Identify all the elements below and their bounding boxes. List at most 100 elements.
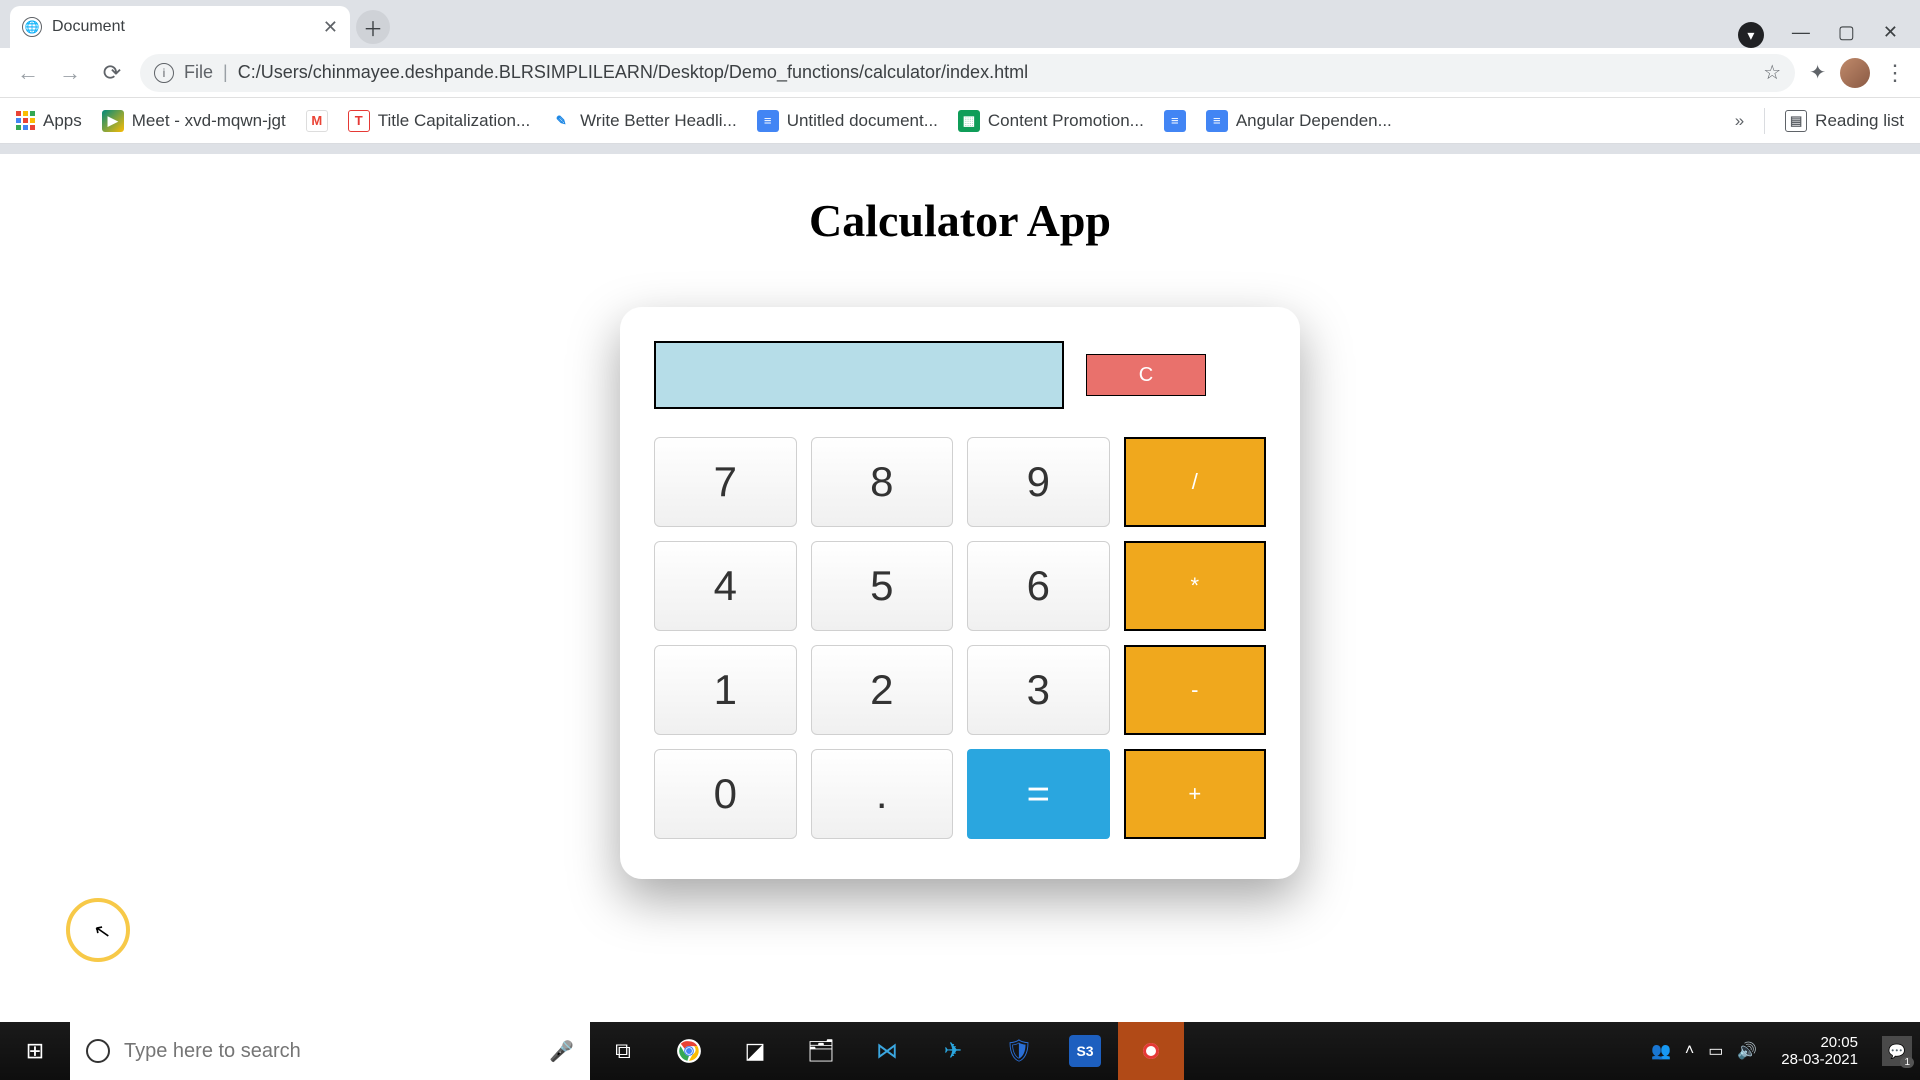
task-view-icon[interactable]: ⧉ — [590, 1022, 656, 1080]
tray-time: 20:05 — [1781, 1034, 1858, 1051]
bookmark-gmail[interactable]: M — [306, 110, 328, 132]
key-add[interactable]: + — [1124, 749, 1267, 839]
url-scheme: File — [184, 62, 213, 83]
key-dot[interactable]: . — [811, 749, 954, 839]
browser-chrome: 🌐 Document ✕ ＋ ▾ — ▢ ✕ ← → ⟳ i File | C:… — [0, 0, 1920, 154]
key-equals[interactable]: = — [967, 749, 1110, 839]
mic-icon[interactable]: 🎤 — [549, 1039, 574, 1064]
bookmark-reading-list[interactable]: ▤ Reading list — [1785, 110, 1904, 132]
profile-avatar[interactable] — [1840, 58, 1870, 88]
bookmark-label: Content Promotion... — [988, 111, 1144, 131]
title-cap-icon: T — [348, 110, 370, 132]
key-9[interactable]: 9 — [967, 437, 1110, 527]
page-title: Calculator App — [0, 154, 1920, 247]
headlines-icon: ✎ — [550, 110, 572, 132]
tray-chevron-up-icon[interactable]: ˄ — [1685, 1042, 1694, 1060]
page-content: Calculator App C 7 8 9 / 4 5 6 * 1 2 3 -… — [0, 154, 1920, 1022]
windows-taskbar: ⊞ 🎤 ⧉ ◪ 🗂 ⋈ ✈ 🛡 S3 👥 ˄ — [0, 1022, 1920, 1080]
divider — [1764, 108, 1765, 134]
taskbar-search[interactable]: 🎤 — [70, 1022, 590, 1080]
chrome-svg-icon — [676, 1038, 702, 1064]
address-bar-row: ← → ⟳ i File | C:/Users/chinmayee.deshpa… — [0, 48, 1920, 98]
taskbar-vscode-icon[interactable]: ⋈ — [854, 1022, 920, 1080]
tray-clock[interactable]: 20:05 28-03-2021 — [1771, 1034, 1868, 1069]
bookmark-apps[interactable]: Apps — [16, 111, 82, 131]
bookmark-doc-generic-1[interactable]: ≡ — [1164, 110, 1186, 132]
taskbar-chrome-icon[interactable] — [656, 1022, 722, 1080]
calc-display[interactable] — [654, 341, 1064, 409]
new-tab-button[interactable]: ＋ — [356, 10, 390, 44]
keypad: 7 8 9 / 4 5 6 * 1 2 3 - 0 . = + — [654, 437, 1266, 839]
key-8[interactable]: 8 — [811, 437, 954, 527]
apps-grid-icon — [16, 111, 35, 130]
close-window-icon[interactable]: ✕ — [1883, 22, 1898, 48]
reload-icon[interactable]: ⟳ — [98, 60, 126, 86]
menu-kebab-icon[interactable]: ⋮ — [1884, 60, 1906, 86]
key-multiply[interactable]: * — [1124, 541, 1267, 631]
taskbar-apps: ⧉ ◪ 🗂 ⋈ ✈ 🛡 S3 — [590, 1022, 1184, 1080]
bookmark-label: Write Better Headli... — [580, 111, 737, 131]
system-tray: 👥 ˄ ▭ 🔊 20:05 28-03-2021 💬1 — [1643, 1034, 1920, 1069]
close-tab-icon[interactable]: ✕ — [323, 17, 338, 38]
bookmark-content-promotion[interactable]: ▦ Content Promotion... — [958, 110, 1144, 132]
minimize-icon[interactable]: — — [1792, 22, 1810, 48]
taskbar-file-explorer-icon[interactable]: 🗂 — [788, 1022, 854, 1080]
taskbar-security-icon[interactable]: 🛡 — [986, 1022, 1052, 1080]
taskbar-recorder-icon[interactable] — [1118, 1022, 1184, 1080]
cortana-icon — [86, 1039, 110, 1063]
tray-notifications-icon[interactable]: 💬1 — [1882, 1036, 1912, 1066]
globe-icon: 🌐 — [22, 17, 42, 37]
bookmark-label: Reading list — [1815, 111, 1904, 131]
key-1[interactable]: 1 — [654, 645, 797, 735]
taskbar-search-input[interactable] — [124, 1040, 535, 1063]
key-divide[interactable]: / — [1124, 437, 1267, 527]
url-path: C:/Users/chinmayee.deshpande.BLRSIMPLILE… — [238, 62, 1028, 83]
clear-button[interactable]: C — [1086, 354, 1206, 396]
omnibox[interactable]: i File | C:/Users/chinmayee.deshpande.BL… — [140, 54, 1795, 92]
key-7[interactable]: 7 — [654, 437, 797, 527]
bookmark-label: Angular Dependen... — [1236, 111, 1392, 131]
tray-battery-icon[interactable]: ▭ — [1708, 1041, 1723, 1061]
tab-title: Document — [52, 18, 313, 36]
tray-people-icon[interactable]: 👥 — [1651, 1041, 1671, 1061]
key-4[interactable]: 4 — [654, 541, 797, 631]
bookmark-untitled-doc[interactable]: ≡ Untitled document... — [757, 110, 938, 132]
display-row: C — [654, 341, 1266, 409]
key-0[interactable]: 0 — [654, 749, 797, 839]
bookmark-headlines[interactable]: ✎ Write Better Headli... — [550, 110, 737, 132]
tab-strip: 🌐 Document ✕ ＋ ▾ — ▢ ✕ — [0, 0, 1920, 48]
key-5[interactable]: 5 — [811, 541, 954, 631]
overflow-label: » — [1735, 111, 1744, 131]
key-3[interactable]: 3 — [967, 645, 1110, 735]
taskbar-s3-icon[interactable]: S3 — [1069, 1035, 1101, 1067]
taskbar-telegram-icon[interactable]: ✈ — [920, 1022, 986, 1080]
key-subtract[interactable]: - — [1124, 645, 1267, 735]
reading-list-icon: ▤ — [1785, 110, 1807, 132]
forward-icon[interactable]: → — [56, 60, 84, 86]
notif-badge: 1 — [1900, 1057, 1914, 1068]
docs-icon: ≡ — [1206, 110, 1228, 132]
bookmark-angular-dependencies[interactable]: ≡ Angular Dependen... — [1206, 110, 1392, 132]
start-button[interactable]: ⊞ — [0, 1022, 70, 1080]
bookmarks-overflow[interactable]: » — [1735, 111, 1744, 131]
window-controls: ▾ — ▢ ✕ — [1738, 10, 1920, 48]
tray-volume-icon[interactable]: 🔊 — [1737, 1041, 1757, 1061]
bookmark-label: Meet - xvd-mqwn-jgt — [132, 111, 286, 131]
site-info-icon[interactable]: i — [154, 63, 174, 83]
key-2[interactable]: 2 — [811, 645, 954, 735]
key-6[interactable]: 6 — [967, 541, 1110, 631]
bookmark-star-icon[interactable]: ☆ — [1763, 60, 1781, 85]
bookmarks-bar: Apps ▶ Meet - xvd-mqwn-jgt M T Title Cap… — [0, 98, 1920, 144]
bookmark-meet[interactable]: ▶ Meet - xvd-mqwn-jgt — [102, 110, 286, 132]
back-icon[interactable]: ← — [14, 60, 42, 86]
bookmark-title-capitalization[interactable]: T Title Capitalization... — [348, 110, 530, 132]
maximize-icon[interactable]: ▢ — [1838, 22, 1855, 48]
profile-badge-icon[interactable]: ▾ — [1738, 22, 1764, 48]
meet-icon: ▶ — [102, 110, 124, 132]
bookmark-label: Apps — [43, 111, 82, 131]
docs-icon: ≡ — [757, 110, 779, 132]
extensions-icon[interactable]: ✦ — [1809, 60, 1826, 85]
browser-tab[interactable]: 🌐 Document ✕ — [10, 6, 350, 48]
calculator-card: C 7 8 9 / 4 5 6 * 1 2 3 - 0 . = + — [620, 307, 1300, 879]
taskbar-app-icon[interactable]: ◪ — [722, 1022, 788, 1080]
